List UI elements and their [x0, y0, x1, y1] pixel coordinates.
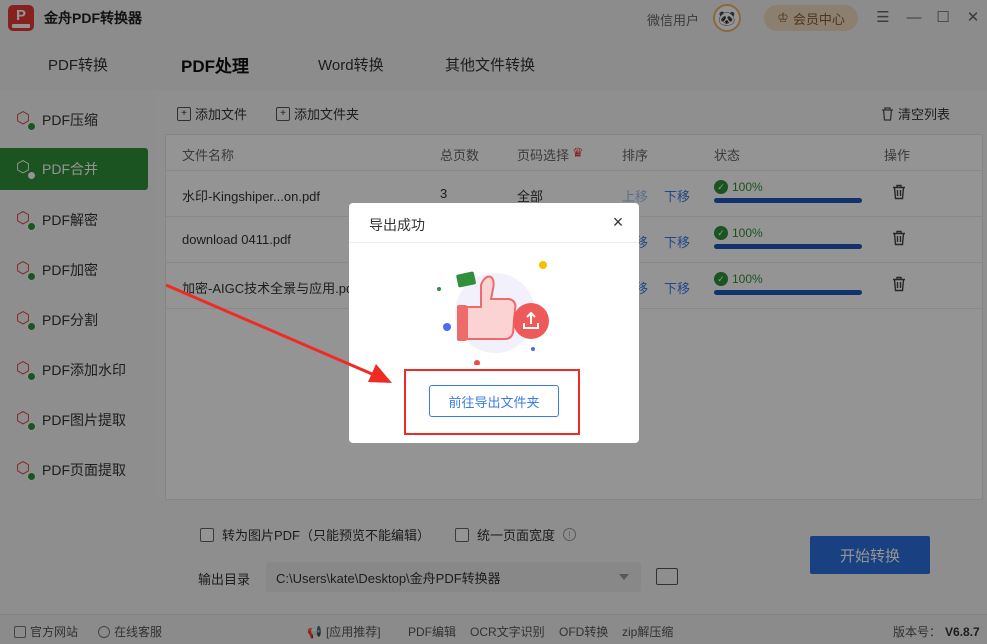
dialog-title: 导出成功: [369, 217, 425, 233]
annotation-highlight-box: [404, 369, 580, 435]
dialog-header: 导出成功 ×: [349, 203, 639, 243]
close-icon[interactable]: ×: [609, 213, 627, 231]
thumbs-up-illustration: [437, 261, 549, 365]
